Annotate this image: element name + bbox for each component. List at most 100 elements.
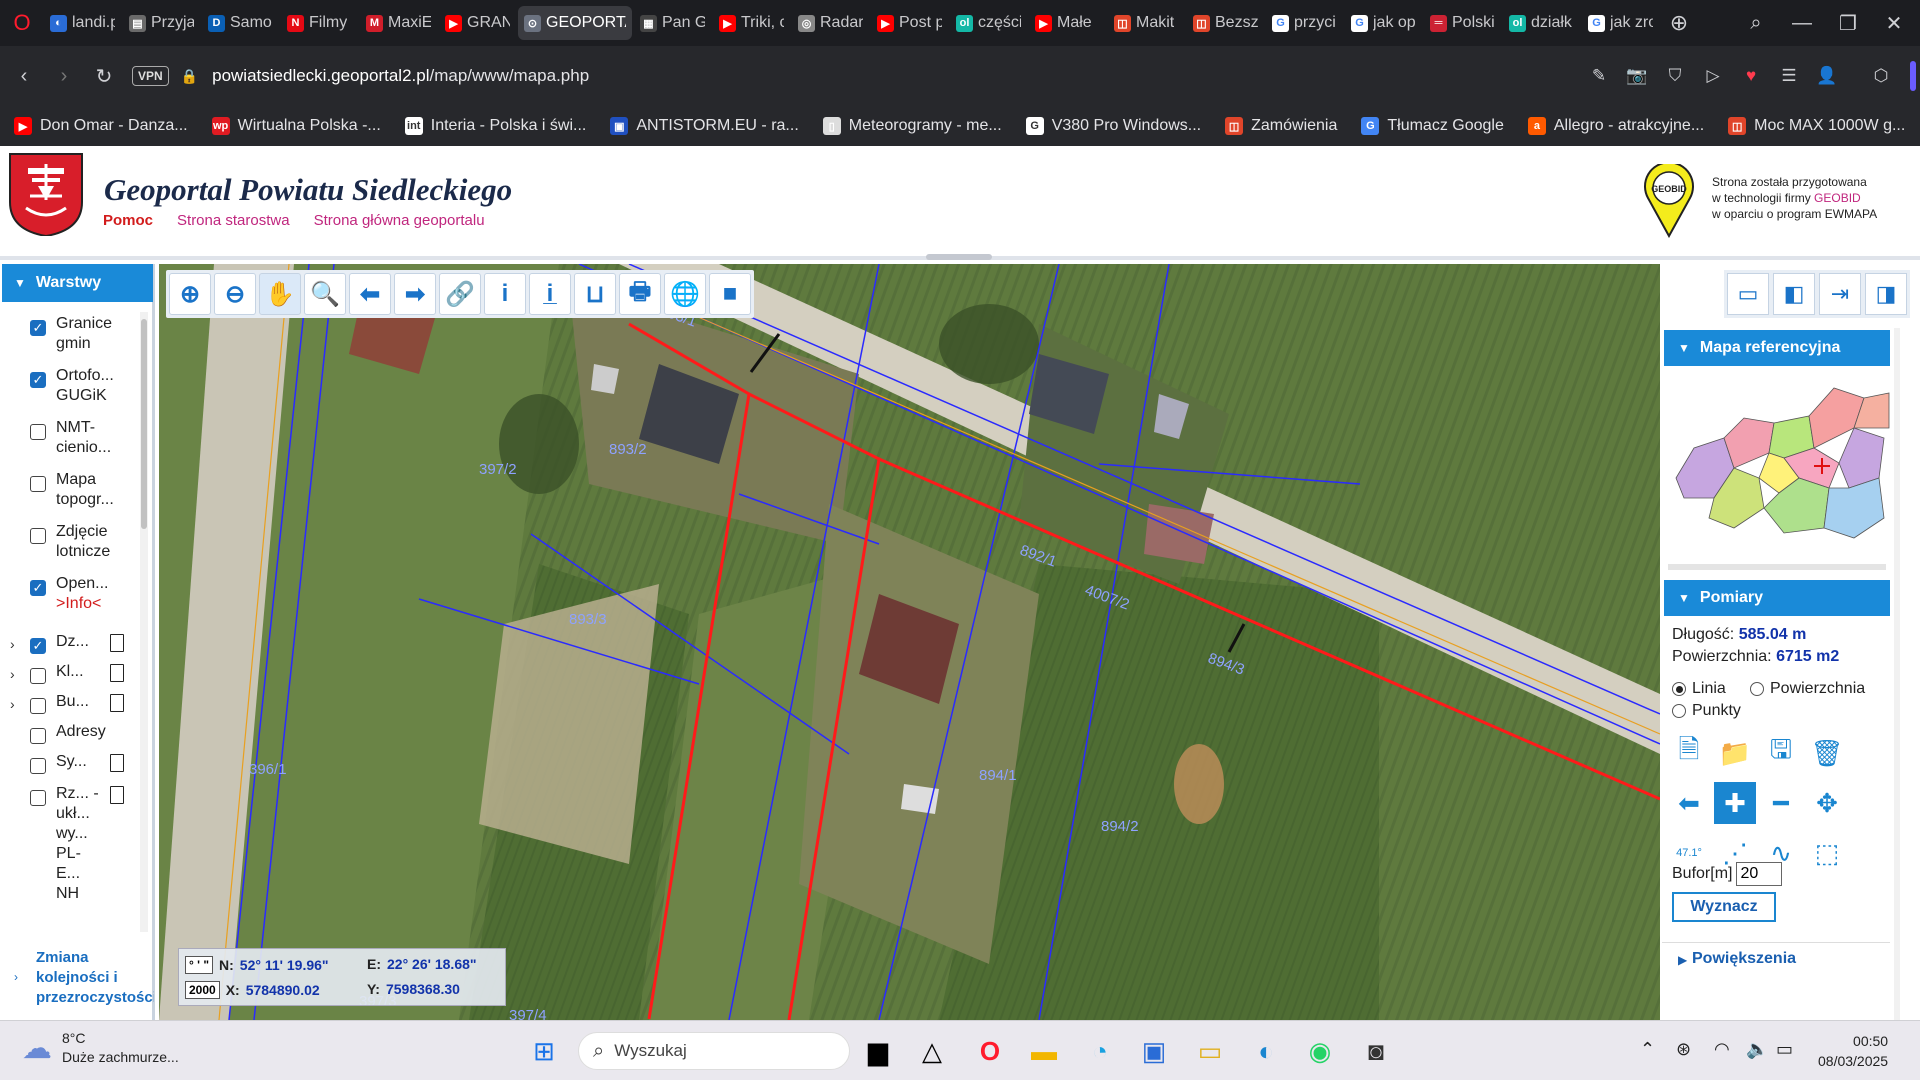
document-measure-icon[interactable]: 🗎 <box>1668 732 1710 774</box>
geobid-link[interactable]: GEOBID <box>1814 191 1861 205</box>
tab-0[interactable]: ◐ landi.p <box>44 6 121 40</box>
layer-legend-icon[interactable] <box>110 754 124 772</box>
layer-item-10[interactable]: Sy... <box>30 752 142 774</box>
reference-map-header[interactable]: ▼ Mapa referencyjna <box>1664 330 1890 366</box>
tab-6[interactable]: ⊙ GEOPORTA <box>518 6 632 40</box>
layer-item-4[interactable]: Zdjęcie lotnicze <box>30 522 142 562</box>
bookmark-5[interactable]: G V380 Pro Windows... <box>1025 117 1201 135</box>
right-panel-scrollbar[interactable] <box>1894 328 1900 1020</box>
task-view-icon[interactable]: ▆ <box>858 1031 898 1071</box>
layer-item-2[interactable]: NMT-cienio... <box>30 418 142 458</box>
camera-icon[interactable]: 📷 <box>1618 57 1656 95</box>
expand-zoom-icon[interactable]: ▶ <box>1678 953 1687 967</box>
globe-tool-icon[interactable]: 🌐 <box>664 273 706 315</box>
tab-15[interactable]: Gprzyci <box>1266 6 1343 40</box>
wifi-icon[interactable]: ◠ <box>1714 1039 1730 1060</box>
reload-icon[interactable]: ↻ <box>84 56 124 96</box>
tab-13[interactable]: ◫ Makit <box>1108 6 1185 40</box>
add-point-measure-icon[interactable]: ✚ <box>1714 782 1756 824</box>
bookmark-7[interactable]: G Tłumacz Google <box>1361 117 1504 135</box>
minimize-icon[interactable]: — <box>1782 3 1822 43</box>
compute-button[interactable]: Wyznacz <box>1672 892 1776 922</box>
tab-11[interactable]: ol części <box>950 6 1027 40</box>
extensions-icon[interactable]: ⬡ <box>1862 57 1900 95</box>
3d-measure-icon[interactable]: ⬚ <box>1806 832 1848 874</box>
layer-checkbox[interactable]: ✓ <box>30 638 46 654</box>
tray-expand-icon[interactable]: ⌃ <box>1640 1039 1655 1060</box>
layer-checkbox[interactable]: ✓ <box>30 320 46 336</box>
layer-legend-icon[interactable] <box>110 694 124 712</box>
tab-1[interactable]: ▤ Przyja <box>123 6 200 40</box>
url-field[interactable]: powiatsiedlecki.geoportal2.pl/map/www/ma… <box>212 66 589 86</box>
edge-icon[interactable]: ◔ <box>1080 1031 1120 1071</box>
folder-measure-icon[interactable]: 📁 <box>1714 732 1756 774</box>
bookmark-0[interactable]: ▶ Don Omar - Danza... <box>14 117 188 135</box>
delete-measure-icon[interactable]: 🗑 <box>1806 732 1848 774</box>
bookmark-8[interactable]: a Allegro - atrakcyjne... <box>1527 117 1704 135</box>
info-extended-tool-icon[interactable]: i̲ <box>529 273 571 315</box>
tab-18[interactable]: ol działk <box>1503 6 1580 40</box>
tv-app-icon[interactable]: ▭ <box>1190 1031 1230 1071</box>
layer-info-link[interactable]: >Info< <box>56 594 126 614</box>
print-tool-icon[interactable]: 🖶 <box>619 273 661 315</box>
mode-radio-2[interactable]: Punkty <box>1672 702 1741 720</box>
bookmark-1[interactable]: wp Wirtualna Polska -... <box>211 117 381 135</box>
view-layout-icon-0[interactable]: ▭ <box>1727 273 1769 315</box>
map-view[interactable]: 893/1893/2397/2893/3892/14007/2894/3396/… <box>159 264 1660 1020</box>
layer-item-3[interactable]: Mapa topogr... <box>30 470 142 510</box>
expand-layer-icon[interactable]: › <box>10 666 15 682</box>
clock[interactable]: 00:50 08/03/2025 <box>1818 1031 1888 1071</box>
tab-4[interactable]: M MaxiE <box>360 6 437 40</box>
layers-scroll-thumb[interactable] <box>141 319 147 529</box>
taskbar-search[interactable]: ⌕ Wyszukaj <box>578 1032 850 1070</box>
reference-map[interactable] <box>1664 368 1890 574</box>
layer-item-1[interactable]: ✓ Ortofo... GUGiK <box>30 366 142 406</box>
measurements-header[interactable]: ▼ Pomiary <box>1664 580 1890 616</box>
new-tab-icon[interactable]: ⊕ <box>1659 3 1699 43</box>
layer-checkbox[interactable] <box>30 668 46 684</box>
coord-format-toggle[interactable]: ° ' " <box>185 956 214 974</box>
camera-app-icon[interactable]: ◙ <box>1356 1031 1396 1071</box>
expand-layer-icon[interactable]: › <box>10 696 15 712</box>
expand-order-icon[interactable]: › <box>14 970 18 984</box>
heart-icon[interactable]: ♥ <box>1732 57 1770 95</box>
view-layout-icon-1[interactable]: ◧ <box>1773 273 1815 315</box>
radio-button[interactable] <box>1672 682 1686 696</box>
bookmark-2[interactable]: int Interia - Polska i świ... <box>404 117 586 135</box>
layer-item-7[interactable]: Kl... <box>30 662 142 684</box>
layer-item-5[interactable]: ✓ Open... >Info< <box>30 574 142 614</box>
move-measure-icon[interactable]: ✥ <box>1806 782 1848 824</box>
volume-icon[interactable]: 🔈 <box>1746 1039 1768 1060</box>
tab-7[interactable]: ▦ Pan G <box>634 6 711 40</box>
mode-radio-0[interactable]: Linia <box>1672 680 1726 698</box>
layer-checkbox[interactable] <box>30 790 46 806</box>
layer-checkbox[interactable] <box>30 424 46 440</box>
tab-12[interactable]: ▶ Małe <box>1029 6 1106 40</box>
radio-button[interactable] <box>1750 682 1764 696</box>
whatsapp-icon[interactable]: ◉ <box>1300 1031 1340 1071</box>
back-tool-icon[interactable]: ⬅ <box>349 273 391 315</box>
header-collapse-handle[interactable] <box>926 254 992 260</box>
scale-box[interactable]: 2000 <box>185 981 220 999</box>
info-tool-icon[interactable]: i <box>484 273 526 315</box>
store-icon[interactable]: ▣ <box>1134 1031 1174 1071</box>
tab-10[interactable]: ▶ Post p <box>871 6 948 40</box>
tab-16[interactable]: Gjak op <box>1345 6 1422 40</box>
profile-icon[interactable]: 👤 <box>1808 57 1846 95</box>
view-layout-icon-3[interactable]: ◨ <box>1865 273 1907 315</box>
video-tool-icon[interactable]: ■ <box>709 273 751 315</box>
vpn-badge[interactable]: VPN <box>132 66 169 86</box>
buffer-input[interactable] <box>1736 862 1783 886</box>
messenger-icon[interactable]: ◐ <box>1246 1031 1286 1071</box>
layer-checkbox[interactable]: ✓ <box>30 580 46 596</box>
layer-checkbox[interactable] <box>30 728 46 744</box>
restore-icon[interactable]: ❐ <box>1828 3 1868 43</box>
layer-legend-icon[interactable] <box>110 786 124 804</box>
tab-17[interactable]: ═ Polski <box>1424 6 1501 40</box>
opera-menu-icon[interactable]: O <box>0 3 44 43</box>
bookmark-4[interactable]: ▯ Meteorogramy - me... <box>822 117 1002 135</box>
tab-19[interactable]: Gjak zro <box>1582 6 1659 40</box>
mode-radio-1[interactable]: Powierzchnia <box>1750 680 1865 698</box>
shield-icon[interactable]: ⛉ <box>1656 57 1694 95</box>
windows-start-icon[interactable]: ⊞ <box>524 1031 564 1071</box>
